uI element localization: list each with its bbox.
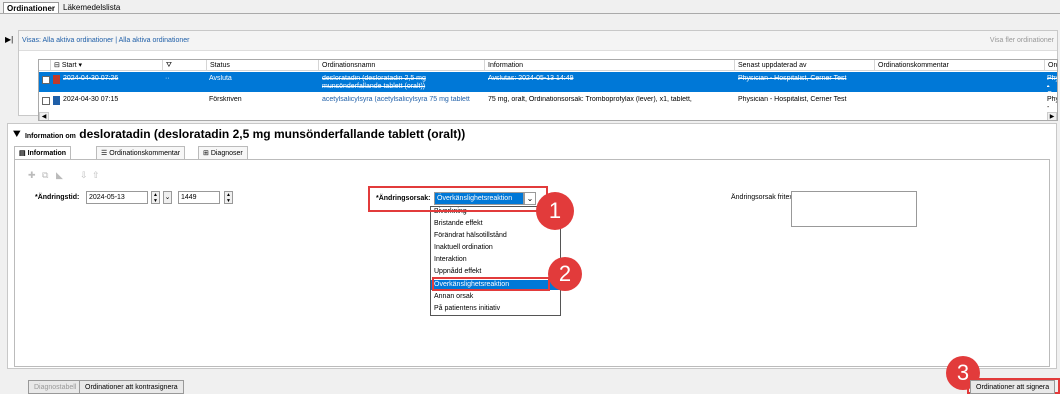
callout-1: 1: [536, 192, 574, 230]
change-time-label: *Ändringstid:: [35, 194, 80, 201]
dropdown-option[interactable]: Förändrat hälsotillstånd: [431, 231, 560, 241]
reason-freetext-input[interactable]: [791, 191, 917, 227]
sign-orders-button[interactable]: Ordinationer att signera: [970, 380, 1056, 394]
grid-header-select: [39, 60, 51, 71]
cell-status: Avsluta: [209, 75, 232, 82]
grid-header-comment[interactable]: Ordinationskommentar: [875, 60, 1045, 71]
row-checkbox[interactable]: [42, 76, 50, 84]
scroll-left-button[interactable]: ◀: [39, 112, 49, 120]
reason-freetext-label: Ändringsorsak fritext:: [731, 194, 797, 201]
cell-info: 75 mg, oralt, Ordinationsorsak: Trombopr…: [488, 96, 692, 103]
filter-bar: Visas: Alla aktiva ordinationer | Alla a…: [19, 31, 1057, 51]
cell-ordering: Physician -: [1047, 96, 1057, 111]
cell-info: Avslutas: 2024-05-13 14:49: [488, 75, 574, 82]
show-more-orders-link[interactable]: Visa fler ordinationer: [990, 37, 1054, 44]
cell-start: 2024-04-30 07:26: [63, 75, 119, 82]
table-row[interactable]: 2024-04-30 07:26 ·· Avsluta desloratadin…: [39, 72, 1057, 106]
tab-lakemedelslista[interactable]: Läkemedelslista: [60, 2, 123, 13]
grid-header-updated-by[interactable]: Senast uppdaterad av: [735, 60, 875, 71]
order-icon: [53, 96, 60, 105]
callout-2: 2: [548, 257, 582, 291]
grid-header-name[interactable]: Ordinationsnamn: [319, 60, 485, 71]
cell-start: 2024-04-30 07:15: [63, 96, 119, 103]
diagnostabell-button[interactable]: Diagnostabell: [28, 380, 83, 394]
time-spinner[interactable]: ▲ ▼: [224, 191, 233, 204]
dropdown-option[interactable]: På patientens initiativ: [431, 304, 560, 314]
comment-icon: ☰: [101, 150, 110, 157]
tab-diagnoser[interactable]: ⊞ Diagnoser: [198, 146, 248, 159]
date-picker-button[interactable]: ⌄: [163, 191, 172, 204]
move-down-icon[interactable]: ⇩: [80, 170, 92, 180]
grid-header-information[interactable]: Information: [485, 60, 735, 71]
sort-icon: ⊟: [54, 62, 62, 69]
cell-name[interactable]: acetylsalicylsyra (acetylsalicylsyra 75 …: [322, 96, 484, 104]
collapse-arrow-icon[interactable]: ▶|: [5, 35, 13, 44]
cell-name[interactable]: desloratadin (desloratadin 2,5 mg munsön…: [322, 75, 484, 91]
collapse-icon[interactable]: ⯆: [12, 127, 25, 141]
grid-header-start[interactable]: ⊟ Start ▾: [51, 60, 163, 71]
filter-links[interactable]: Visas: Alla aktiva ordinationer | Alla a…: [22, 37, 189, 44]
cell-flag: ··: [165, 75, 170, 82]
change-time-input[interactable]: 1449: [178, 191, 220, 204]
info-title: ⯆ Information om desloratadin (deslorata…: [12, 127, 465, 142]
scroll-right-button[interactable]: ▶: [1047, 112, 1057, 120]
table-row[interactable]: 2024-04-30 07:15 Förskriven acetylsalicy…: [39, 93, 1057, 113]
dropdown-option[interactable]: Inaktuell ordination: [431, 243, 560, 253]
highlight-selected-option: [432, 277, 550, 291]
dropdown-option[interactable]: Interaktion: [431, 255, 560, 265]
chart-icon[interactable]: ◣: [56, 170, 68, 180]
highlight-reason-field: [368, 186, 548, 212]
grid-header-ordering[interactable]: Ordineranc: [1045, 60, 1057, 71]
tab-divider: [0, 13, 1060, 14]
orders-grid: ⊟ Start ▾ ⛛ Status Ordinationsnamn Infor…: [38, 59, 1058, 121]
dropdown-option[interactable]: Uppnådd effekt: [431, 267, 560, 277]
order-icon: [53, 75, 60, 84]
grid-header-status[interactable]: Status: [207, 60, 319, 71]
row-checkbox[interactable]: [42, 97, 50, 105]
tree-icon[interactable]: ⧉: [42, 170, 54, 180]
cell-status: Förskriven: [209, 96, 242, 103]
cosign-orders-button[interactable]: Ordinationer att kontrasignera: [79, 380, 184, 394]
tab-ordinationskommentar[interactable]: ☰ Ordinationskommentar: [96, 146, 186, 159]
change-date-input[interactable]: 2024-05-13: [86, 191, 148, 204]
info-heading: desloratadin (desloratadin 2,5 mg munsön…: [79, 127, 466, 141]
cell-updated-by: Physician - Hospitalist, Cerner Test: [738, 75, 847, 82]
info-icon: ▤: [19, 150, 28, 157]
diagnosis-icon: ⊞: [203, 150, 211, 157]
cell-updated-by: Physician - Hospitalist, Cerner Test: [738, 96, 847, 103]
dropdown-option[interactable]: Annan orsak: [431, 292, 560, 302]
info-prefix: Information om: [24, 133, 76, 140]
tab-information[interactable]: ▤ Information: [14, 146, 72, 159]
move-up-icon[interactable]: ⇧: [92, 170, 104, 180]
add-icon[interactable]: ✚: [28, 170, 40, 180]
grid-header-filter[interactable]: ⛛: [163, 60, 207, 71]
date-spinner[interactable]: ▲ ▼: [151, 191, 160, 204]
